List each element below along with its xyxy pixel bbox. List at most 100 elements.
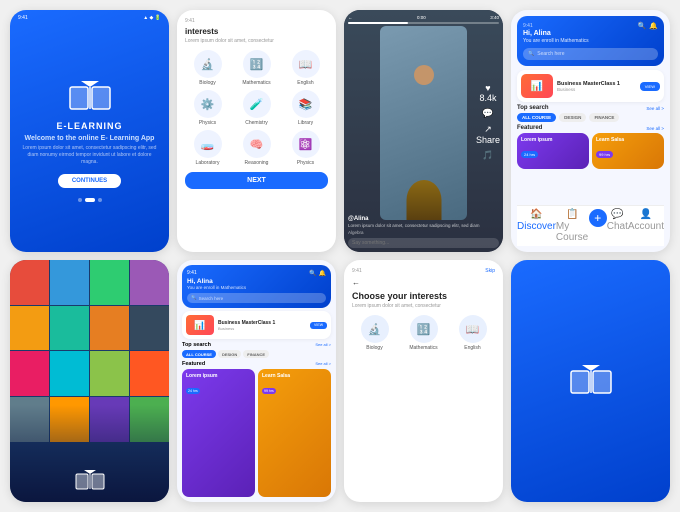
dash2-feat-see-all[interactable]: See all > [315, 361, 331, 367]
video-username: @Alina [348, 216, 499, 222]
continues-button[interactable]: CONTINUES [58, 174, 121, 188]
interest-library[interactable]: 📚 Library [283, 90, 328, 126]
dashboard-card: 9:41 🔍 🔔 Hi, Alina You are enroll in Mat… [511, 10, 670, 252]
english-label: English [297, 80, 313, 86]
see-all-link[interactable]: See all > [646, 106, 664, 111]
choose-biology[interactable]: 🔬 Biology [352, 315, 397, 351]
tab-all-course[interactable]: ALL COURSE [517, 113, 556, 122]
interest-chemistry[interactable]: 🧪 Chemistry [234, 90, 279, 126]
search-bar[interactable]: 🔍 Search here [523, 48, 658, 60]
bell-icon[interactable]: 🔔 [649, 22, 658, 30]
teacher-frame [380, 26, 467, 220]
nav-my-course[interactable]: 📋 My Course [556, 209, 589, 243]
choose-biology-label: Biology [366, 345, 382, 351]
biology-label: Biology [199, 80, 215, 86]
featured-learn-salsa[interactable]: Learn Salsa 99 hrs [592, 133, 664, 169]
video-info: @Alina Lorem ipsum dolor sit amet, conse… [348, 216, 499, 248]
next-button[interactable]: NEXT [185, 172, 328, 189]
status-bar: 9:41 ▲ ◆ 🔋 [18, 15, 161, 21]
dash-status-time: 9:41 [523, 23, 533, 29]
heart-icon: ♥ [485, 83, 490, 93]
dash2-view-btn[interactable]: VIEW [310, 322, 327, 329]
like-action[interactable]: ♥ 8.4k [479, 83, 496, 103]
skip-btn[interactable]: Skip [485, 268, 495, 274]
comment-input[interactable] [352, 240, 495, 246]
physics-icon: ⚙️ [194, 90, 222, 118]
comment-bar[interactable] [348, 238, 499, 248]
teacher-body [406, 180, 441, 220]
featured-header: Featured See all > [517, 125, 664, 131]
search-icon[interactable]: 🔍 [638, 22, 647, 30]
dash2-bell-icon[interactable]: 🔔 [319, 270, 326, 277]
dash-top-row: 9:41 🔍 🔔 [523, 22, 658, 30]
book-11 [90, 351, 129, 396]
dash2-featured-row: Featured See all > [182, 361, 331, 367]
dash2-tab-design[interactable]: DESIGN [218, 350, 241, 358]
nav-account[interactable]: 👤 Account [628, 209, 664, 243]
mathematics-icon: 🔢 [243, 50, 271, 78]
interest-physics2[interactable]: ⚛️ Physics [283, 130, 328, 166]
bottom-nav: 🏠 Discover 📋 My Course + 💬 Chat 👤 Accoun… [517, 205, 664, 246]
dash2-icons: 🔍 🔔 [309, 270, 326, 277]
music-action[interactable]: 🎵 [482, 150, 493, 161]
choose-math-icon: 🔢 [410, 315, 438, 343]
top-search-title: Top search [517, 105, 549, 111]
featured-lorem-ipsum[interactable]: Lorem ipsum 24 hrs [517, 133, 589, 169]
view-button[interactable]: VIEW [640, 82, 660, 91]
dash2-tab-finance[interactable]: FINANCE [243, 350, 269, 358]
course-category: Business [557, 87, 636, 92]
nav-chat[interactable]: 💬 Chat [607, 209, 628, 243]
share-action[interactable]: ↗ Share [476, 124, 500, 145]
choose-english-label: English [464, 345, 480, 351]
featured-see-all[interactable]: See all > [646, 126, 664, 131]
books-card [10, 260, 169, 502]
dash2-feat-1[interactable]: Lorem ipsum 24 hrs [182, 369, 255, 497]
choose-english-icon: 📖 [459, 315, 487, 343]
welcome-text: Welcome to the online E- Learning App [25, 135, 155, 142]
dash2-featured-cards: Lorem ipsum 24 hrs Learn Salsa 99 hrs [182, 369, 331, 497]
interest-english[interactable]: 📖 English [283, 50, 328, 86]
feat-badge-2: 99 hrs [596, 151, 613, 158]
nav-discover[interactable]: 🏠 Discover [517, 209, 556, 243]
interest-mathematics[interactable]: 🔢 Mathematics [234, 50, 279, 86]
dash2-feat-2[interactable]: Learn Salsa 99 hrs [258, 369, 331, 497]
interest-reasoning[interactable]: 🧠 Reasoning [234, 130, 279, 166]
book-4 [130, 260, 169, 305]
dash2-search-bar-icon: 🔍 [191, 295, 197, 301]
chemistry-icon: 🧪 [243, 90, 271, 118]
dash2-greeting: Hi, Alina [187, 278, 326, 285]
top-search-header: Top search See all > [517, 105, 664, 111]
choose-subtitle: Lorem ipsum dolor sit amet, consectetur [352, 303, 495, 309]
interest-laboratory[interactable]: 🧫 Laboratory [185, 130, 230, 166]
dash2-see-all[interactable]: See all > [315, 342, 331, 348]
add-button[interactable]: + [589, 209, 607, 227]
choose-english[interactable]: 📖 English [450, 315, 495, 351]
books-logo [75, 469, 105, 493]
dash2-search-text: Search here [199, 296, 224, 301]
mathematics-label: Mathematics [242, 80, 270, 86]
choose-math-label: Mathematics [409, 345, 437, 351]
physics2-icon: ⚛️ [292, 130, 320, 158]
nav-add[interactable]: + [589, 209, 607, 243]
dash2-tab-all[interactable]: ALL COURSE [182, 350, 216, 358]
dash2-feat-1-title: Lorem ipsum [186, 373, 251, 379]
enrolled-text: You are enroll in Mathematics [523, 38, 658, 44]
choose-mathematics[interactable]: 🔢 Mathematics [401, 315, 446, 351]
comment-action[interactable]: 💬 [482, 108, 493, 119]
account-icon: 👤 [640, 209, 652, 220]
video-background: ← 0:00 3:40 ♥ 8.4k [344, 10, 503, 252]
tab-design[interactable]: DESIGN [559, 113, 586, 122]
interest-biology[interactable]: 🔬 Biology [185, 50, 230, 86]
dash2-search[interactable]: 🔍 Search here [187, 293, 326, 303]
back-arrow[interactable]: ← [352, 278, 495, 287]
dash2-top-search-label: Top search [182, 342, 211, 348]
tab-finance[interactable]: FINANCE [589, 113, 619, 122]
dash2-search-icon[interactable]: 🔍 [309, 270, 316, 277]
dash2-top: 9:41 🔍 🔔 [187, 270, 326, 277]
interests-title: interests [185, 27, 328, 36]
interest-physics[interactable]: ⚙️ Physics [185, 90, 230, 126]
book-12 [130, 351, 169, 396]
blue-splash-logo [569, 363, 613, 399]
book-2 [50, 260, 89, 305]
book-7 [90, 306, 129, 351]
